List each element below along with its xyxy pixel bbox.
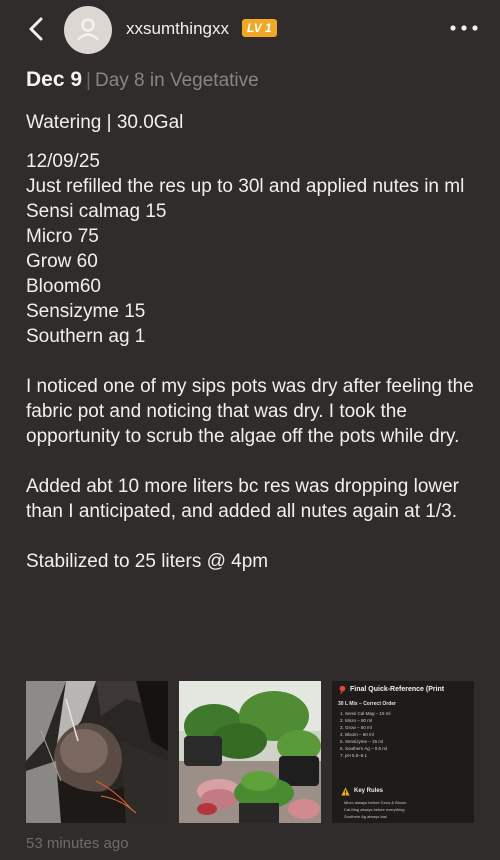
date-separator: | <box>86 70 91 91</box>
rule-item: Southern Ag always last <box>344 814 387 819</box>
warning-icon <box>341 787 350 796</box>
body-line: Sensizyme 15 <box>26 301 146 322</box>
body-line: Just refilled the res up to 30l and appl… <box>26 176 465 197</box>
body-line: Bloom60 <box>26 276 101 297</box>
reference-item: 1. Sensi Cal-Mag – 15 ml <box>340 711 391 716</box>
reference-item: 6. Southern Ag – 0.6 ml <box>340 746 388 751</box>
body-line: Southern ag 1 <box>26 326 146 347</box>
body-line: Micro 75 <box>26 226 99 247</box>
plants-photo <box>179 681 321 823</box>
reservoir-photo <box>26 681 168 823</box>
level-badge: LV 1 <box>242 19 277 37</box>
post-header: xxsumthingxx LV 1 <box>0 0 500 60</box>
body-line: 12/09/25 <box>26 151 100 172</box>
entry-date: Dec 9 <box>26 68 83 91</box>
rules-title: Key Rules <box>354 788 384 794</box>
reference-item: 7. pH 5.5–6.1 <box>340 753 368 758</box>
reference-item: 5. Sensizyme – 15 ml <box>340 739 384 744</box>
body-line: Grow 60 <box>26 251 98 272</box>
rule-item: Cal-Mag always before everything <box>344 807 405 812</box>
avatar[interactable] <box>64 6 112 54</box>
user-avatar-icon <box>77 18 99 41</box>
username[interactable]: xxsumthingxx <box>126 19 229 39</box>
rules-list: Micro always before Grow & Bloom Cal-Mag… <box>344 799 406 820</box>
watering-summary: Watering | 30.0Gal <box>26 112 184 133</box>
grow-phase: Day 8 in Vegetative <box>94 70 259 91</box>
post-body: 12/09/25 Just refilled the res up to 30l… <box>26 149 476 574</box>
reference-list: 1. Sensi Cal-Mag – 15 ml 2. Micro – 90 m… <box>340 710 391 759</box>
reference-item: 4. Bloom – 60 ml <box>340 732 374 737</box>
rule-item: Micro always before Grow & Bloom <box>344 800 407 805</box>
photo-thumbnail-plants[interactable] <box>179 681 321 823</box>
body-paragraph: Stabilized to 25 liters @ 4pm <box>26 551 269 572</box>
reference-subtitle: 30 L Mix – Correct Order <box>338 701 396 707</box>
back-chevron-icon[interactable] <box>22 14 52 44</box>
reference-title: Final Quick-Reference (Print <box>350 686 445 693</box>
reference-item: 3. Grow – 60 ml <box>340 725 372 730</box>
photo-gallery: Final Quick-Reference (Print 30 L Mix – … <box>26 681 476 823</box>
body-line: Sensi calmag 15 <box>26 201 167 222</box>
photo-thumbnail-reservoir[interactable] <box>26 681 168 823</box>
pin-icon <box>339 685 346 694</box>
reference-item: 2. Micro – 90 ml <box>340 718 373 723</box>
body-paragraph: Added abt 10 more liters bc res was drop… <box>26 476 460 522</box>
entry-date-bar: Dec 9 | Day 8 in Vegetative <box>26 68 259 92</box>
post-timestamp: 53 minutes ago <box>26 835 129 852</box>
more-options-icon[interactable] <box>448 18 480 38</box>
reference-card-screenshot[interactable]: Final Quick-Reference (Print 30 L Mix – … <box>332 681 474 823</box>
body-paragraph: I noticed one of my sips pots was dry af… <box>26 376 474 447</box>
